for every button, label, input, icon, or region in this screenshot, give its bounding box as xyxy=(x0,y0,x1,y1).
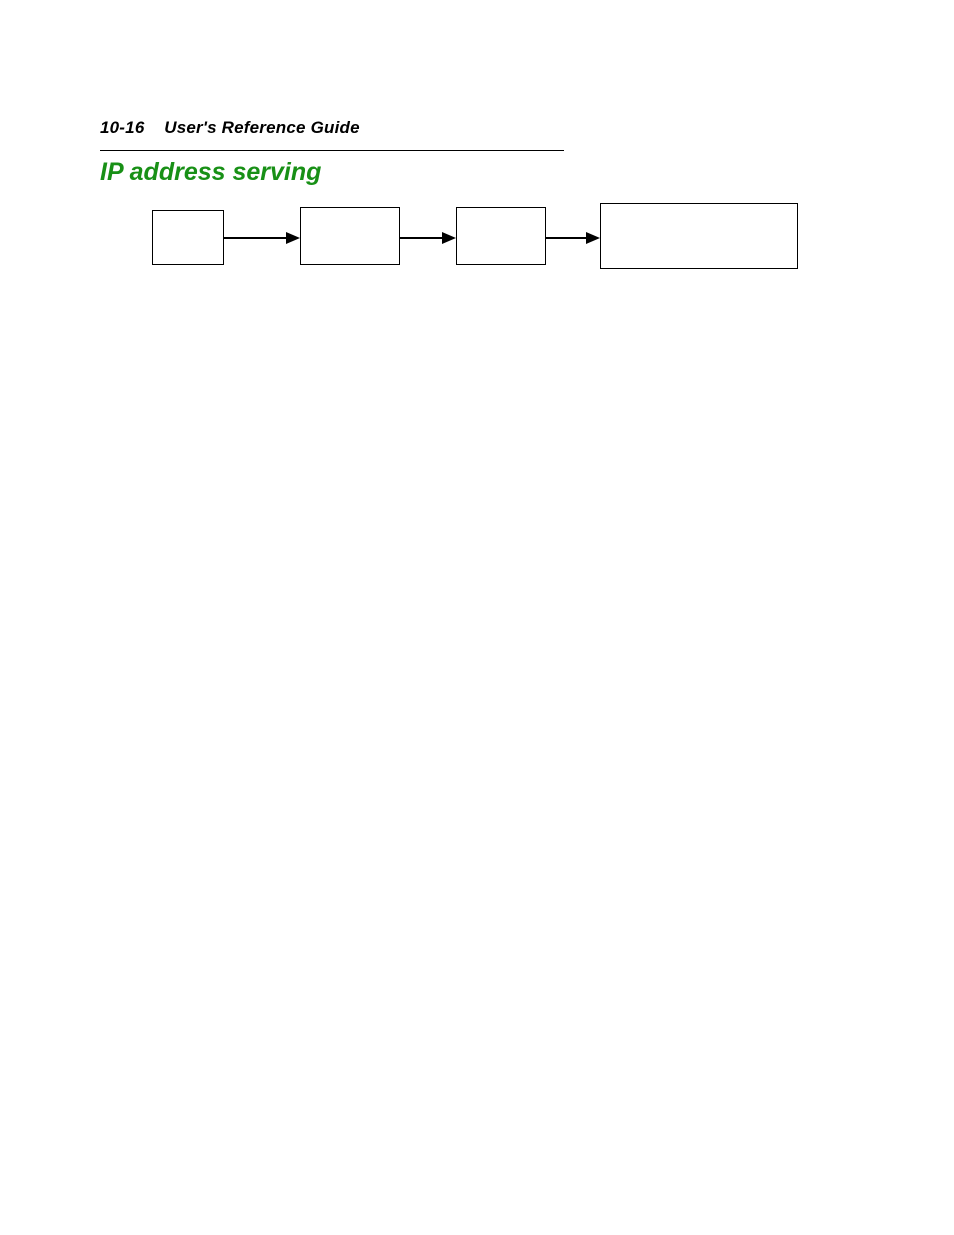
diagram-box-2 xyxy=(300,207,400,265)
doc-title: User's Reference Guide xyxy=(164,118,360,137)
header-separator xyxy=(149,118,159,137)
page-number: 10-16 xyxy=(100,118,144,137)
arrow-line xyxy=(224,237,286,239)
arrow-line xyxy=(546,237,586,239)
diagram-box-4 xyxy=(600,203,798,269)
section-title: IP address serving xyxy=(100,158,321,187)
diagram-box-1 xyxy=(152,210,224,265)
header-rule xyxy=(100,150,564,151)
arrow-right-icon xyxy=(286,232,300,244)
page: 10-16 User's Reference Guide IP address … xyxy=(0,0,954,1235)
flow-diagram xyxy=(100,200,860,280)
arrow-line xyxy=(400,237,442,239)
diagram-box-3 xyxy=(456,207,546,265)
running-header: 10-16 User's Reference Guide xyxy=(100,118,360,138)
arrow-right-icon xyxy=(442,232,456,244)
arrow-right-icon xyxy=(586,232,600,244)
